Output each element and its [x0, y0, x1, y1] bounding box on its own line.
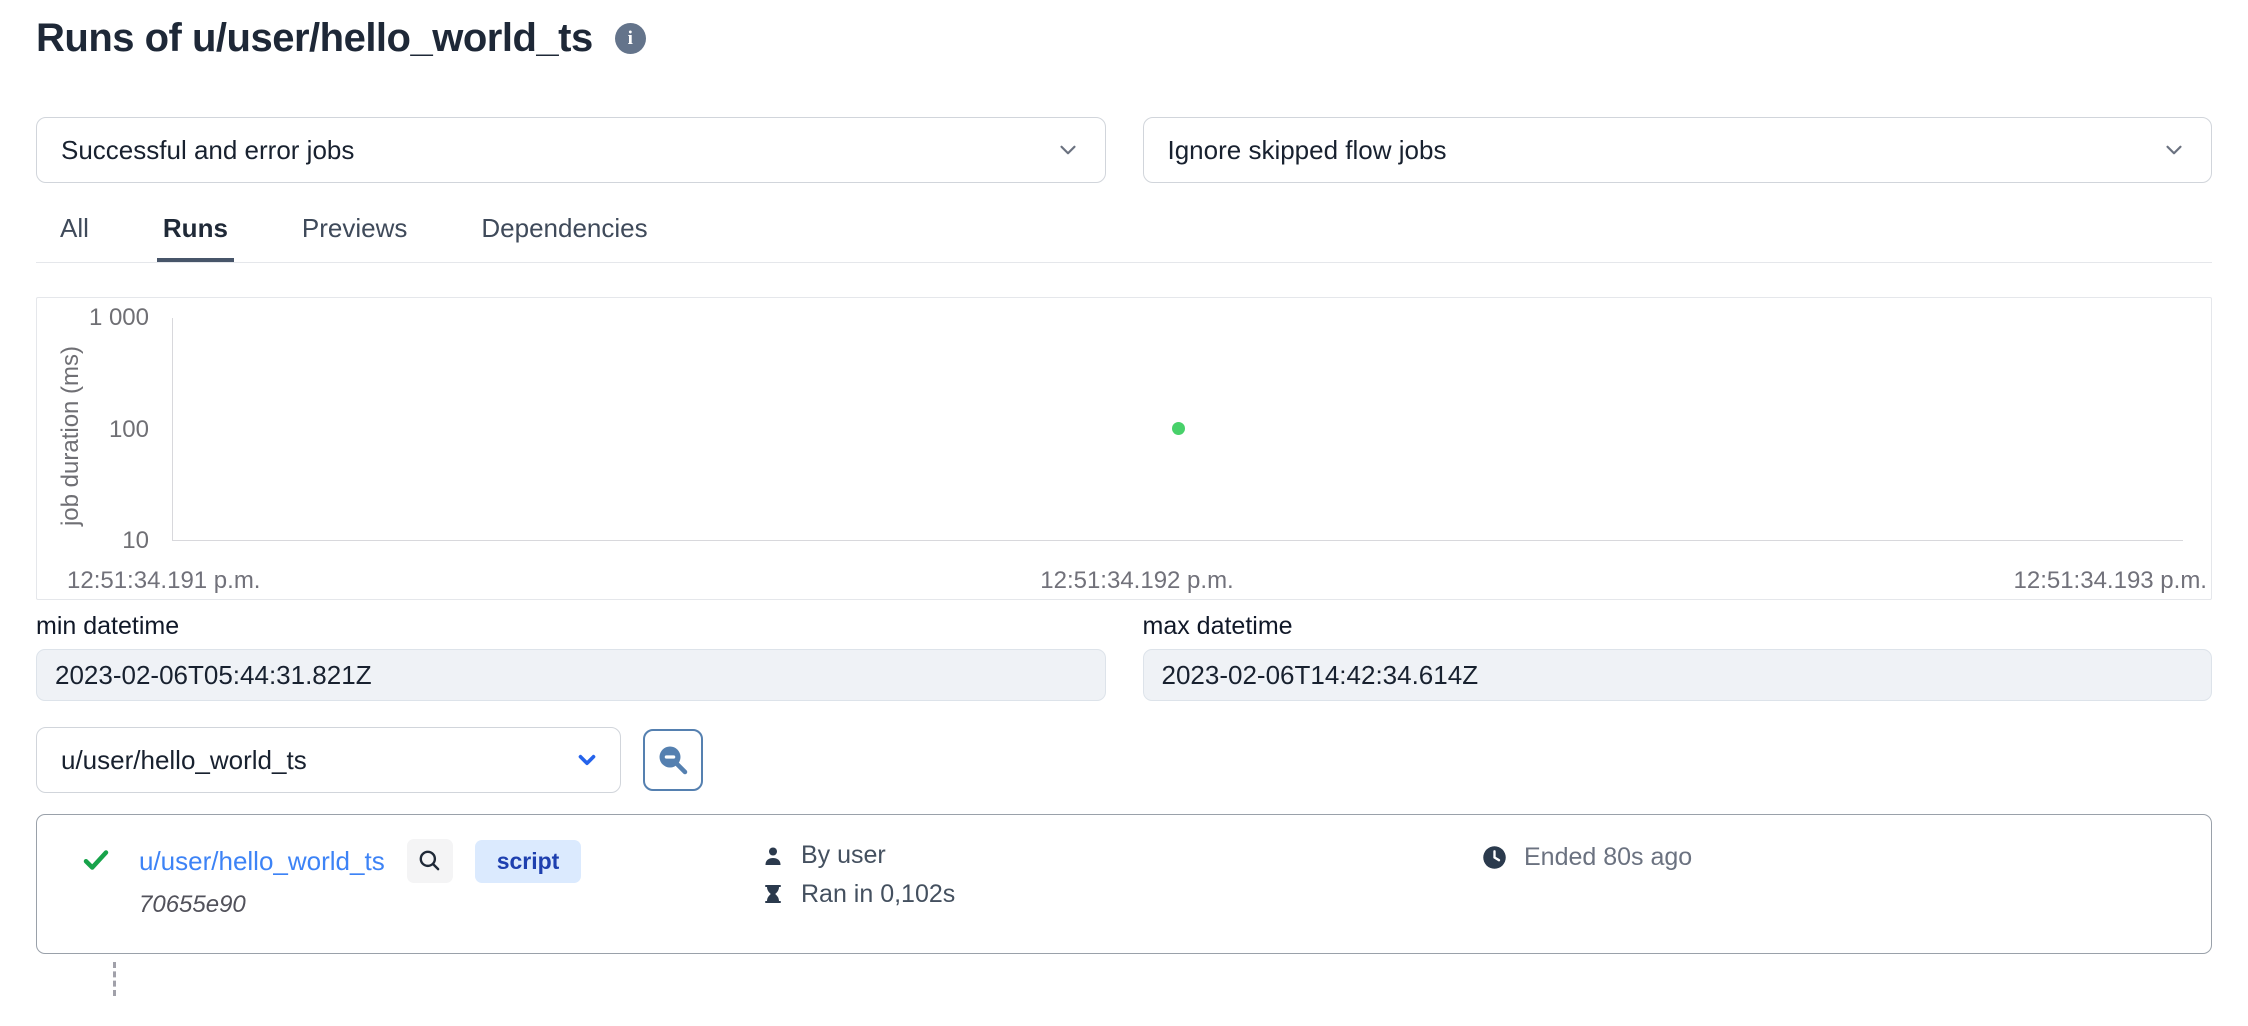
script-path-select-value: u/user/hello_world_ts	[61, 745, 307, 776]
min-datetime-input[interactable]	[36, 649, 1106, 701]
max-datetime-label: max datetime	[1143, 612, 2213, 641]
chart-plot-area[interactable]	[172, 318, 2183, 541]
zoom-search-icon	[655, 742, 691, 778]
job-status-select[interactable]: Successful and error jobs	[36, 117, 1106, 183]
info-icon[interactable]: i	[615, 23, 646, 54]
skipped-flow-select[interactable]: Ignore skipped flow jobs	[1143, 117, 2213, 183]
page-title: Runs of u/user/hello_world_ts	[36, 16, 593, 61]
tab-bar: All Runs Previews Dependencies	[36, 207, 2212, 263]
x-tick-label: 12:51:34.193 p.m.	[2014, 567, 2207, 595]
script-path-select[interactable]: u/user/hello_world_ts	[36, 727, 621, 793]
run-by-text: By user	[801, 841, 886, 870]
tab-all[interactable]: All	[54, 207, 95, 262]
job-kind-badge: script	[475, 840, 582, 883]
filters-row: Successful and error jobs Ignore skipped…	[36, 117, 2212, 183]
x-tick-label: 12:51:34.192 p.m.	[1040, 567, 1233, 595]
job-status-select-value: Successful and error jobs	[61, 135, 354, 166]
path-filter-row: u/user/hello_world_ts	[36, 727, 2212, 793]
min-datetime-label: min datetime	[36, 612, 1106, 641]
tab-dependencies[interactable]: Dependencies	[475, 207, 653, 262]
x-tick-label: 12:51:34.191 p.m.	[67, 567, 260, 595]
hourglass-icon	[761, 883, 785, 907]
run-main-info: u/user/hello_world_ts script 70655e90	[139, 839, 581, 919]
min-datetime-group: min datetime	[36, 612, 1106, 701]
max-datetime-group: max datetime	[1143, 612, 2213, 701]
person-icon	[761, 844, 785, 868]
y-axis-ticks: 1 00010010	[37, 318, 161, 541]
magnifier-icon	[417, 848, 443, 874]
run-row[interactable]: u/user/hello_world_ts script 70655e90 By…	[36, 814, 2212, 954]
x-axis-ticks: 12:51:34.191 p.m. 12:51:34.192 p.m. 12:51:…	[37, 567, 2211, 595]
datetime-filters-row: min datetime max datetime	[36, 612, 2212, 701]
y-tick-label: 1 000	[37, 304, 161, 332]
inspect-run-button[interactable]	[407, 839, 453, 883]
run-hash: 70655e90	[139, 891, 581, 919]
runs-duration-chart[interactable]: job duration (ms) 1 00010010 12:51:34.19…	[36, 297, 2212, 600]
chevron-down-icon	[2161, 137, 2187, 163]
chevron-down-icon	[574, 747, 600, 773]
search-button[interactable]	[643, 729, 703, 791]
run-data-point[interactable]	[1172, 422, 1185, 435]
run-left-section: u/user/hello_world_ts script 70655e90	[81, 839, 761, 919]
page-header: Runs of u/user/hello_world_ts i	[36, 16, 2212, 61]
skipped-flow-select-value: Ignore skipped flow jobs	[1168, 135, 1447, 166]
chevron-down-icon	[1055, 137, 1081, 163]
y-tick-label: 10	[37, 527, 161, 555]
run-duration-text: Ran in 0,102s	[801, 880, 955, 909]
tab-runs[interactable]: Runs	[157, 207, 234, 262]
success-check-icon	[81, 845, 111, 880]
run-ended-text: Ended 80s ago	[1524, 843, 1692, 872]
run-meta-section: By user Ran in 0,102s	[761, 839, 1481, 909]
max-datetime-input[interactable]	[1143, 649, 2213, 701]
run-path-link[interactable]: u/user/hello_world_ts	[139, 846, 385, 877]
clock-icon	[1481, 844, 1508, 871]
run-ended-section: Ended 80s ago	[1481, 839, 2181, 872]
tab-previews[interactable]: Previews	[296, 207, 413, 262]
y-tick-label: 100	[37, 416, 161, 444]
timeline-dashed-connector	[113, 962, 116, 996]
